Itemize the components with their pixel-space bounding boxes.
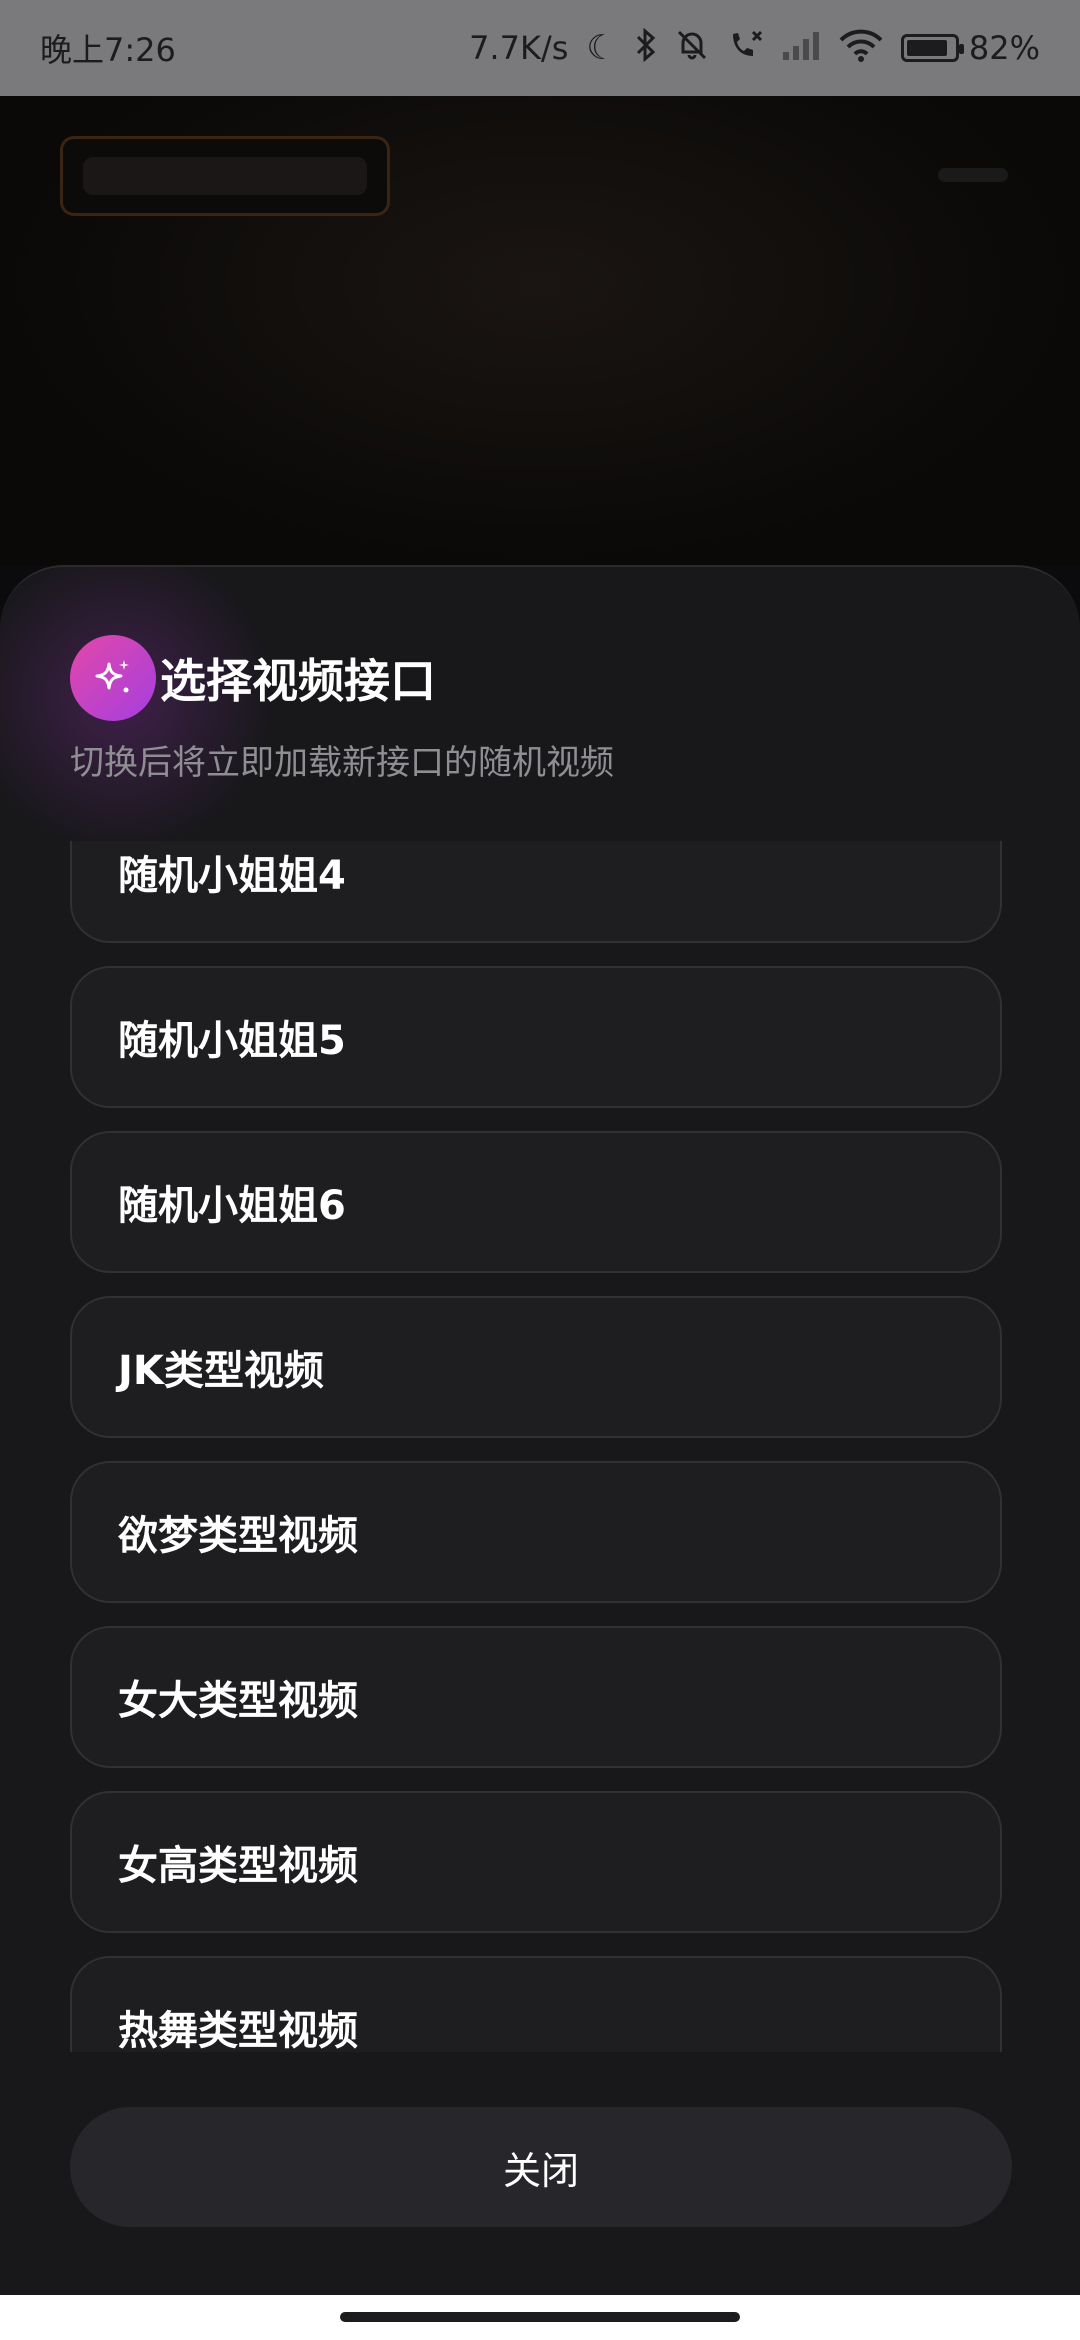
api-item[interactable]: 女大类型视频 <box>70 1626 1002 1768</box>
battery-icon <box>900 34 964 62</box>
status-bar: 晚上7:26 7.7K/s ☾ 82% <box>0 0 1080 96</box>
wifi-icon <box>839 28 883 68</box>
moon-icon: ☾ <box>586 28 617 68</box>
api-item[interactable]: 随机小姐姐6 <box>70 1131 1002 1273</box>
home-indicator[interactable] <box>340 2312 740 2322</box>
sheet-subtitle: 切换后将立即加载新接口的随机视频 <box>70 743 614 783</box>
sheet-header: 选择视频接口 <box>70 635 436 721</box>
status-time: 晚上7:26 <box>40 31 176 69</box>
api-item[interactable]: 随机小姐姐4 <box>70 841 1002 943</box>
signal-icon <box>781 30 821 66</box>
api-item[interactable]: 欲梦类型视频 <box>70 1461 1002 1603</box>
api-item[interactable]: 女高类型视频 <box>70 1791 1002 1933</box>
bluetooth-icon <box>635 27 657 68</box>
status-icons: 7.7K/s ☾ 82% <box>469 27 1040 68</box>
sparkle-icon <box>95 660 129 693</box>
api-item[interactable]: JK类型视频 <box>70 1296 1002 1438</box>
network-speed: 7.7K/s <box>469 29 569 67</box>
close-button[interactable]: 关闭 <box>70 2107 1012 2227</box>
background-menu <box>938 168 1008 182</box>
bell-muted-icon <box>675 28 709 68</box>
battery-percent: 82% <box>968 29 1040 67</box>
sparkle-badge <box>70 635 156 721</box>
api-item[interactable]: 随机小姐姐5 <box>70 966 1002 1108</box>
call-missed-icon <box>727 28 763 68</box>
battery-indicator: 82% <box>900 29 1040 67</box>
api-list[interactable]: 随机小姐姐4 随机小姐姐5 随机小姐姐6 JK类型视频 欲梦类型视频 女大类型视… <box>0 841 1080 2052</box>
sheet-title: 选择视频接口 <box>160 654 436 708</box>
api-select-sheet: 选择视频接口 切换后将立即加载新接口的随机视频 随机小姐姐4 随机小姐姐5 随机… <box>0 565 1080 2295</box>
api-item[interactable]: 热舞类型视频 <box>70 1956 1002 2052</box>
background-tab-pill <box>60 136 390 216</box>
api-list-track: 随机小姐姐4 随机小姐姐5 随机小姐姐6 JK类型视频 欲梦类型视频 女大类型视… <box>70 841 1002 2052</box>
background-app <box>0 96 1080 566</box>
